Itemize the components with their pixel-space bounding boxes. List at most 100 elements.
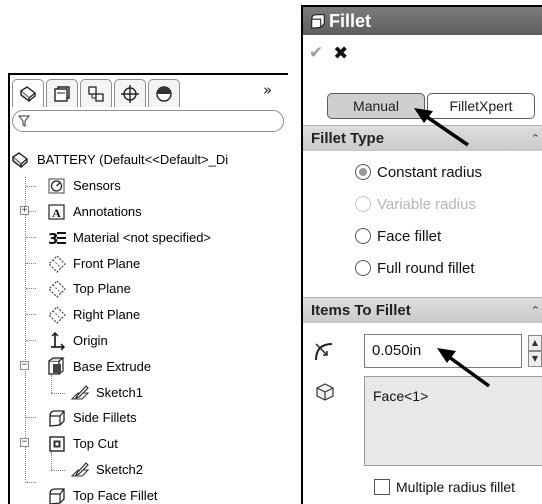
- tree-item-top-cut[interactable]: Top Cut: [47, 431, 118, 456]
- fillet-type-section-header[interactable]: Fillet Type ⌃: [303, 125, 542, 151]
- tree-item-sketch1[interactable]: Sketch1: [70, 380, 143, 405]
- tree-connector: [26, 340, 36, 341]
- tree-item-sensors[interactable]: Sensors: [47, 173, 121, 198]
- tab-feature-manager[interactable]: [12, 79, 44, 107]
- sketch-icon: [70, 460, 90, 480]
- annotations-icon: A: [47, 202, 67, 222]
- manual-mode-button[interactable]: Manual: [327, 93, 425, 119]
- tree-item-front-plane[interactable]: Front Plane: [47, 251, 140, 276]
- svg-text:A: A: [52, 206, 61, 220]
- variable-radius-option: Variable radius: [355, 193, 476, 215]
- cube-face-icon: [316, 383, 334, 401]
- tree-connector: [51, 470, 65, 471]
- tree-connector: [26, 237, 36, 238]
- more-tabs-button[interactable]: »: [263, 81, 272, 99]
- tree-item-side-fillets[interactable]: Side Fillets: [47, 405, 137, 430]
- sketch-icon: [70, 383, 90, 403]
- tree-connector: [26, 314, 36, 315]
- property-manager-tab-icon: [54, 85, 70, 102]
- dimxpert-manager-tab-icon: [121, 84, 139, 103]
- tree-item-top-face-fillet[interactable]: Top Face Fillet: [47, 483, 158, 504]
- tab-property-manager[interactable]: [46, 79, 78, 107]
- option-label: Variable radius: [377, 195, 476, 213]
- feature-manager-tab-icon: [19, 85, 37, 102]
- option-label: Multiple radius fillet: [396, 479, 516, 495]
- feature-manager-panel: » + − − BATTERY (Default<<Default>_Di Se…: [8, 73, 288, 504]
- cancel-button[interactable]: ✖: [333, 43, 348, 64]
- tree-item-annotations[interactable]: A Annotations: [47, 199, 142, 224]
- tree-item-label: Sensors: [73, 178, 121, 193]
- tab-dimxpert-manager[interactable]: [114, 79, 146, 107]
- constant-radius-radio[interactable]: [355, 164, 371, 180]
- fillet-icon: [311, 14, 325, 29]
- multiple-radius-checkbox[interactable]: [374, 479, 390, 495]
- tree-item-base-extrude[interactable]: Base Extrude: [47, 354, 151, 379]
- radius-icon: [315, 343, 333, 361]
- tree-connector: [26, 263, 36, 264]
- sensors-icon: [47, 176, 67, 196]
- face-fillet-option[interactable]: Face fillet: [355, 225, 441, 247]
- tab-display-manager[interactable]: [148, 79, 180, 107]
- ok-button[interactable]: ✔: [309, 43, 323, 63]
- filter-icon: [18, 115, 30, 127]
- extrude-icon: [47, 356, 67, 377]
- fillet-mode-tabs: Manual FilletXpert: [327, 93, 535, 119]
- items-to-fillet-section-header[interactable]: Items To Fillet ⌃: [303, 297, 542, 323]
- svg-text:3: 3: [48, 230, 58, 248]
- filletxpert-mode-button[interactable]: FilletXpert: [427, 93, 535, 119]
- fillet-type-section: Constant radius Variable radius Face fil…: [303, 151, 542, 277]
- tree-item-origin[interactable]: Origin: [47, 328, 108, 353]
- radius-input[interactable]: 0.050in: [364, 334, 522, 368]
- tree-filter-input[interactable]: [12, 110, 284, 132]
- option-label: Face fillet: [377, 227, 442, 245]
- part-icon: [11, 150, 31, 170]
- selected-items-list[interactable]: Face<1>: [364, 376, 542, 466]
- tree-item-label: BATTERY (Default<<Default>_Di: [37, 152, 229, 167]
- constant-radius-option[interactable]: Constant radius: [355, 161, 482, 183]
- tree-item-label: Top Cut: [73, 436, 118, 451]
- tree-item-right-plane[interactable]: Right Plane: [47, 302, 140, 327]
- fillet-property-manager: Fillet ✔ ✖ Manual FilletXpert Fillet Typ…: [301, 5, 542, 504]
- collapse-chevron-icon[interactable]: ⌃: [531, 132, 540, 145]
- tree-item-label: Material <not specified>: [73, 230, 212, 245]
- tree-connector: [26, 482, 36, 483]
- section-title: Items To Fillet: [311, 302, 411, 319]
- tree-connector: [26, 288, 36, 289]
- multiple-radius-fillet-option[interactable]: Multiple radius fillet: [374, 479, 515, 495]
- cut-icon: [47, 434, 67, 454]
- configuration-manager-tab-icon: [88, 85, 104, 102]
- fillet-icon: [47, 486, 67, 504]
- property-manager-title: Fillet: [329, 10, 372, 31]
- selected-face-item[interactable]: Face<1>: [373, 388, 428, 404]
- collapse-base-extrude-toggle[interactable]: −: [20, 361, 29, 370]
- tree-item-label: Sketch2: [96, 462, 143, 477]
- tab-configuration-manager[interactable]: [80, 79, 112, 107]
- spin-down-button[interactable]: ▼: [528, 351, 542, 367]
- tree-connector: [51, 393, 65, 394]
- tree-item-label: Base Extrude: [73, 359, 152, 374]
- tree-connector: [26, 417, 36, 418]
- option-label: Full round fillet: [377, 259, 475, 277]
- tree-item-sketch2[interactable]: Sketch2: [70, 457, 143, 482]
- fillet-icon: [47, 408, 67, 428]
- tree-item-label: Right Plane: [73, 307, 141, 322]
- face-fillet-radio[interactable]: [355, 228, 371, 244]
- collapse-top-cut-toggle[interactable]: −: [20, 438, 29, 447]
- tree-item-battery-part[interactable]: BATTERY (Default<<Default>_Di: [11, 147, 228, 172]
- plane-icon: [47, 254, 67, 274]
- full-round-fillet-radio[interactable]: [355, 260, 371, 276]
- material-icon: 3: [47, 228, 67, 248]
- property-manager-header: Fillet: [303, 7, 542, 35]
- radius-spinner: ▲ ▼: [528, 335, 542, 367]
- tree-item-material[interactable]: 3 Material <not specified>: [47, 225, 211, 250]
- origin-icon: [47, 331, 67, 351]
- tree-item-label: Front Plane: [73, 256, 141, 271]
- tree-item-label: Origin: [73, 333, 108, 348]
- plane-icon: [47, 305, 67, 325]
- tree-item-top-plane[interactable]: Top Plane: [47, 276, 131, 301]
- tree-item-label: Top Face Fillet: [73, 488, 158, 503]
- spin-up-button[interactable]: ▲: [528, 335, 542, 351]
- expand-annotations-toggle[interactable]: +: [20, 206, 29, 215]
- full-round-fillet-option[interactable]: Full round fillet: [355, 257, 475, 279]
- collapse-chevron-icon[interactable]: ⌃: [531, 304, 540, 317]
